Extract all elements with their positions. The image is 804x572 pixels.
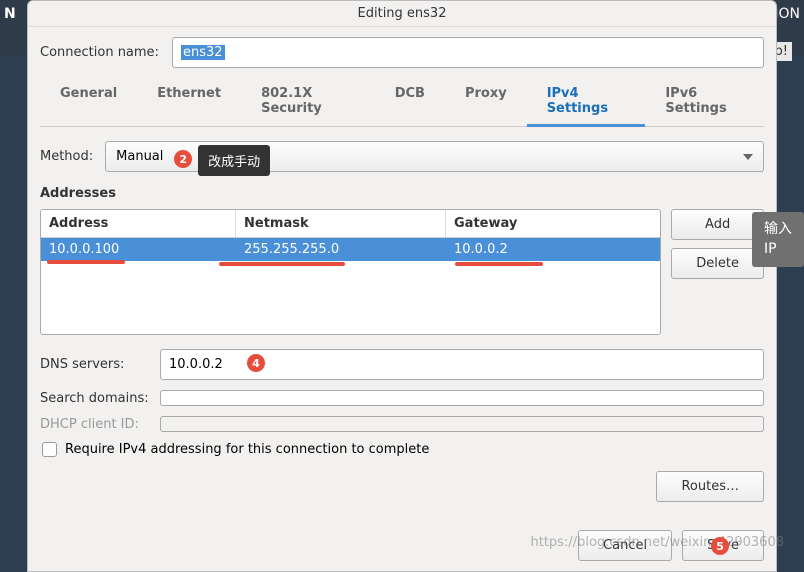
tab-general[interactable]: General (40, 78, 137, 126)
tab-ipv6-settings[interactable]: IPv6 Settings (645, 78, 764, 126)
tab-ethernet[interactable]: Ethernet (137, 78, 241, 126)
dhcp-client-id-label: DHCP client ID: (40, 417, 160, 432)
method-label: Method: (40, 149, 93, 164)
cell-gateway: 10.0.0.2 (446, 238, 660, 261)
annotation-underline-netmask (219, 262, 345, 266)
method-combobox[interactable]: Manual 2 改成手动 (105, 141, 764, 172)
search-domains-input[interactable] (160, 390, 764, 406)
tab-proxy[interactable]: Proxy (445, 78, 527, 126)
dialog-editing-connection: Editing ens32 Connection name: ens32 Gen… (27, 0, 777, 572)
delete-button[interactable]: Delete (671, 248, 764, 279)
annotation-tooltip-ip: 输入IP (752, 212, 804, 267)
method-value: Manual (116, 149, 163, 164)
add-button[interactable]: Add 3 (671, 209, 764, 240)
col-address: Address (41, 210, 236, 237)
addresses-title: Addresses (40, 186, 764, 201)
dns-servers-input[interactable]: 10.0.0.2 4 (160, 349, 764, 380)
tab-dcb[interactable]: DCB (375, 78, 445, 126)
col-gateway: Gateway (446, 210, 660, 237)
dhcp-client-id-input (160, 416, 764, 432)
dns-servers-label: DNS servers: (40, 357, 160, 372)
search-domains-label: Search domains: (40, 391, 160, 406)
addresses-table[interactable]: Address Netmask Gateway 10.0.0.100 255.2… (40, 209, 661, 335)
dialog-title: Editing ens32 (28, 1, 776, 27)
tab-ipv4-settings[interactable]: IPv4 Settings (527, 78, 646, 127)
annotation-badge-2: 2 (174, 150, 192, 168)
connection-name-label: Connection name: (40, 45, 162, 60)
annotation-underline-address (47, 260, 125, 264)
annotation-underline-gateway (455, 262, 543, 266)
chevron-down-icon (743, 154, 753, 160)
col-netmask: Netmask (236, 210, 446, 237)
cell-address: 10.0.0.100 (41, 238, 236, 261)
backdrop-left: N (4, 6, 16, 22)
annotation-badge-4: 4 (247, 354, 265, 372)
annotation-badge-5: 5 (711, 537, 729, 555)
tab-8021x-security[interactable]: 802.1X Security (241, 78, 375, 126)
connection-name-input[interactable]: ens32 (172, 37, 764, 68)
require-ipv4-checkbox[interactable] (42, 442, 57, 457)
table-row[interactable]: 10.0.0.100 255.255.255.0 10.0.0.2 (41, 238, 660, 261)
routes-button[interactable]: Routes… (656, 471, 764, 502)
watermark: https://blog.csdn.net/weixin_42903608 (530, 535, 784, 550)
require-ipv4-label: Require IPv4 addressing for this connect… (65, 442, 429, 457)
annotation-tooltip-method: 改成手动 (198, 145, 270, 176)
tab-bar: General Ethernet 802.1X Security DCB Pro… (40, 78, 764, 127)
cell-netmask: 255.255.255.0 (236, 238, 446, 261)
